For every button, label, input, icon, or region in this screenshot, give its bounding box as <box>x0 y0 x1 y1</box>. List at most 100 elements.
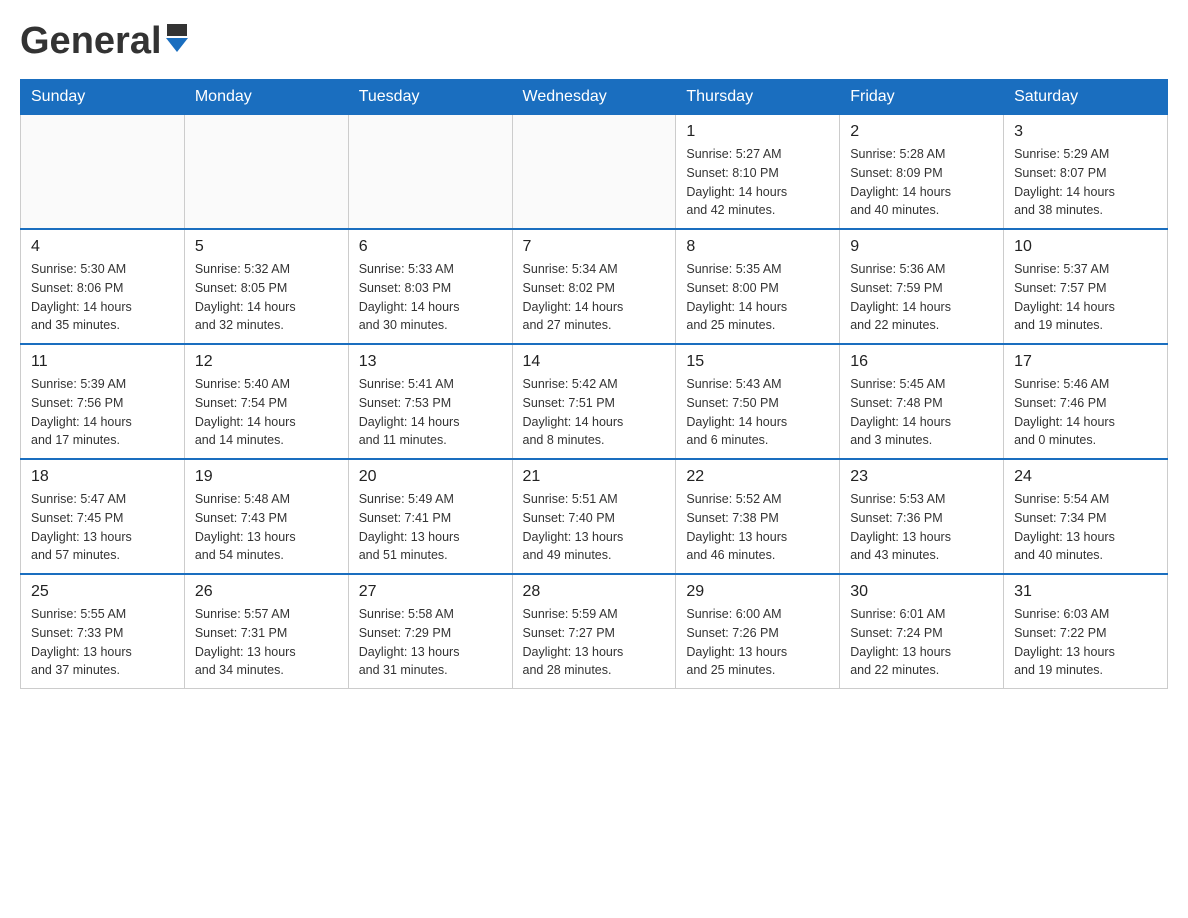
day-info: Sunrise: 5:55 AM Sunset: 7:33 PM Dayligh… <box>31 605 174 680</box>
calendar-cell: 25 Sunrise: 5:55 AM Sunset: 7:33 PM Dayli… <box>21 574 185 689</box>
week-row-2: 4 Sunrise: 5:30 AM Sunset: 8:06 PM Daylig… <box>21 229 1168 344</box>
day-number: 21 <box>523 468 666 486</box>
day-number: 29 <box>686 583 829 601</box>
day-info: Sunrise: 5:35 AM Sunset: 8:00 PM Dayligh… <box>686 260 829 335</box>
day-number: 11 <box>31 353 174 371</box>
calendar-cell: 31 Sunrise: 6:03 AM Sunset: 7:22 PM Dayli… <box>1004 574 1168 689</box>
day-header-sunday: Sunday <box>21 80 185 115</box>
calendar-cell: 5 Sunrise: 5:32 AM Sunset: 8:05 PM Daylig… <box>184 229 348 344</box>
day-info: Sunrise: 5:47 AM Sunset: 7:45 PM Dayligh… <box>31 490 174 565</box>
calendar-cell: 17 Sunrise: 5:46 AM Sunset: 7:46 PM Dayli… <box>1004 344 1168 459</box>
week-row-5: 25 Sunrise: 5:55 AM Sunset: 7:33 PM Dayli… <box>21 574 1168 689</box>
page-header: General <box>20 20 1168 59</box>
day-info: Sunrise: 5:40 AM Sunset: 7:54 PM Dayligh… <box>195 375 338 450</box>
calendar: SundayMondayTuesdayWednesdayThursdayFrid… <box>20 79 1168 689</box>
calendar-cell <box>512 115 676 230</box>
day-number: 13 <box>359 353 502 371</box>
calendar-cell: 4 Sunrise: 5:30 AM Sunset: 8:06 PM Daylig… <box>21 229 185 344</box>
day-header-monday: Monday <box>184 80 348 115</box>
calendar-header-row: SundayMondayTuesdayWednesdayThursdayFrid… <box>21 80 1168 115</box>
day-info: Sunrise: 5:32 AM Sunset: 8:05 PM Dayligh… <box>195 260 338 335</box>
day-number: 16 <box>850 353 993 371</box>
day-info: Sunrise: 5:46 AM Sunset: 7:46 PM Dayligh… <box>1014 375 1157 450</box>
day-info: Sunrise: 6:00 AM Sunset: 7:26 PM Dayligh… <box>686 605 829 680</box>
calendar-cell <box>348 115 512 230</box>
calendar-cell: 3Sunrise: 5:29 AM Sunset: 8:07 PM Daylig… <box>1004 115 1168 230</box>
day-number: 12 <box>195 353 338 371</box>
day-info: Sunrise: 5:27 AM Sunset: 8:10 PM Dayligh… <box>686 145 829 220</box>
calendar-cell: 2 Sunrise: 5:28 AM Sunset: 8:09 PM Daylig… <box>840 115 1004 230</box>
day-number: 17 <box>1014 353 1157 371</box>
day-number: 1 <box>686 123 829 141</box>
day-number: 6 <box>359 238 502 256</box>
day-number: 24 <box>1014 468 1157 486</box>
calendar-cell: 24 Sunrise: 5:54 AM Sunset: 7:34 PM Dayli… <box>1004 459 1168 574</box>
day-number: 14 <box>523 353 666 371</box>
day-number: 19 <box>195 468 338 486</box>
week-row-4: 18 Sunrise: 5:47 AM Sunset: 7:45 PM Dayli… <box>21 459 1168 574</box>
week-row-1: 1 Sunrise: 5:27 AM Sunset: 8:10 PM Daylig… <box>21 115 1168 230</box>
day-number: 7 <box>523 238 666 256</box>
day-number: 5 <box>195 238 338 256</box>
day-info: Sunrise: 5:53 AM Sunset: 7:36 PM Dayligh… <box>850 490 993 565</box>
day-number: 10 <box>1014 238 1157 256</box>
day-number: 9 <box>850 238 993 256</box>
calendar-cell: 30 Sunrise: 6:01 AM Sunset: 7:24 PM Dayli… <box>840 574 1004 689</box>
day-info: Sunrise: 5:57 AM Sunset: 7:31 PM Dayligh… <box>195 605 338 680</box>
calendar-cell: 13 Sunrise: 5:41 AM Sunset: 7:53 PM Dayli… <box>348 344 512 459</box>
logo-general-text: General <box>20 20 162 63</box>
day-number: 20 <box>359 468 502 486</box>
day-header-saturday: Saturday <box>1004 80 1168 115</box>
day-number: 28 <box>523 583 666 601</box>
day-info: Sunrise: 5:36 AM Sunset: 7:59 PM Dayligh… <box>850 260 993 335</box>
day-header-tuesday: Tuesday <box>348 80 512 115</box>
day-number: 25 <box>31 583 174 601</box>
calendar-cell: 18 Sunrise: 5:47 AM Sunset: 7:45 PM Dayli… <box>21 459 185 574</box>
calendar-cell: 14 Sunrise: 5:42 AM Sunset: 7:51 PM Dayli… <box>512 344 676 459</box>
day-info: Sunrise: 5:49 AM Sunset: 7:41 PM Dayligh… <box>359 490 502 565</box>
day-info: Sunrise: 6:01 AM Sunset: 7:24 PM Dayligh… <box>850 605 993 680</box>
day-info: Sunrise: 5:30 AM Sunset: 8:06 PM Dayligh… <box>31 260 174 335</box>
day-info: Sunrise: 5:51 AM Sunset: 7:40 PM Dayligh… <box>523 490 666 565</box>
calendar-cell: 16 Sunrise: 5:45 AM Sunset: 7:48 PM Dayli… <box>840 344 1004 459</box>
day-info: Sunrise: 5:54 AM Sunset: 7:34 PM Dayligh… <box>1014 490 1157 565</box>
day-info: Sunrise: 5:48 AM Sunset: 7:43 PM Dayligh… <box>195 490 338 565</box>
day-info: Sunrise: 6:03 AM Sunset: 7:22 PM Dayligh… <box>1014 605 1157 680</box>
day-number: 2 <box>850 123 993 141</box>
day-number: 22 <box>686 468 829 486</box>
day-number: 27 <box>359 583 502 601</box>
calendar-cell: 10Sunrise: 5:37 AM Sunset: 7:57 PM Dayli… <box>1004 229 1168 344</box>
day-info: Sunrise: 5:45 AM Sunset: 7:48 PM Dayligh… <box>850 375 993 450</box>
day-info: Sunrise: 5:59 AM Sunset: 7:27 PM Dayligh… <box>523 605 666 680</box>
day-number: 8 <box>686 238 829 256</box>
calendar-cell: 19 Sunrise: 5:48 AM Sunset: 7:43 PM Dayli… <box>184 459 348 574</box>
logo: General <box>20 20 188 59</box>
day-header-friday: Friday <box>840 80 1004 115</box>
day-info: Sunrise: 5:39 AM Sunset: 7:56 PM Dayligh… <box>31 375 174 450</box>
calendar-cell: 21 Sunrise: 5:51 AM Sunset: 7:40 PM Dayli… <box>512 459 676 574</box>
calendar-cell: 27Sunrise: 5:58 AM Sunset: 7:29 PM Dayli… <box>348 574 512 689</box>
day-info: Sunrise: 5:41 AM Sunset: 7:53 PM Dayligh… <box>359 375 502 450</box>
day-info: Sunrise: 5:42 AM Sunset: 7:51 PM Dayligh… <box>523 375 666 450</box>
day-number: 26 <box>195 583 338 601</box>
calendar-cell: 9 Sunrise: 5:36 AM Sunset: 7:59 PM Daylig… <box>840 229 1004 344</box>
day-info: Sunrise: 5:29 AM Sunset: 8:07 PM Dayligh… <box>1014 145 1157 220</box>
day-number: 23 <box>850 468 993 486</box>
calendar-cell <box>21 115 185 230</box>
day-info: Sunrise: 5:52 AM Sunset: 7:38 PM Dayligh… <box>686 490 829 565</box>
day-info: Sunrise: 5:34 AM Sunset: 8:02 PM Dayligh… <box>523 260 666 335</box>
calendar-cell: 15Sunrise: 5:43 AM Sunset: 7:50 PM Dayli… <box>676 344 840 459</box>
day-info: Sunrise: 5:33 AM Sunset: 8:03 PM Dayligh… <box>359 260 502 335</box>
calendar-cell: 23 Sunrise: 5:53 AM Sunset: 7:36 PM Dayli… <box>840 459 1004 574</box>
day-header-wednesday: Wednesday <box>512 80 676 115</box>
day-number: 18 <box>31 468 174 486</box>
day-number: 4 <box>31 238 174 256</box>
day-number: 31 <box>1014 583 1157 601</box>
day-number: 30 <box>850 583 993 601</box>
week-row-3: 11 Sunrise: 5:39 AM Sunset: 7:56 PM Dayli… <box>21 344 1168 459</box>
calendar-cell: 11 Sunrise: 5:39 AM Sunset: 7:56 PM Dayli… <box>21 344 185 459</box>
calendar-cell: 12 Sunrise: 5:40 AM Sunset: 7:54 PM Dayli… <box>184 344 348 459</box>
calendar-cell: 7 Sunrise: 5:34 AM Sunset: 8:02 PM Daylig… <box>512 229 676 344</box>
calendar-cell: 1 Sunrise: 5:27 AM Sunset: 8:10 PM Daylig… <box>676 115 840 230</box>
day-info: Sunrise: 5:28 AM Sunset: 8:09 PM Dayligh… <box>850 145 993 220</box>
